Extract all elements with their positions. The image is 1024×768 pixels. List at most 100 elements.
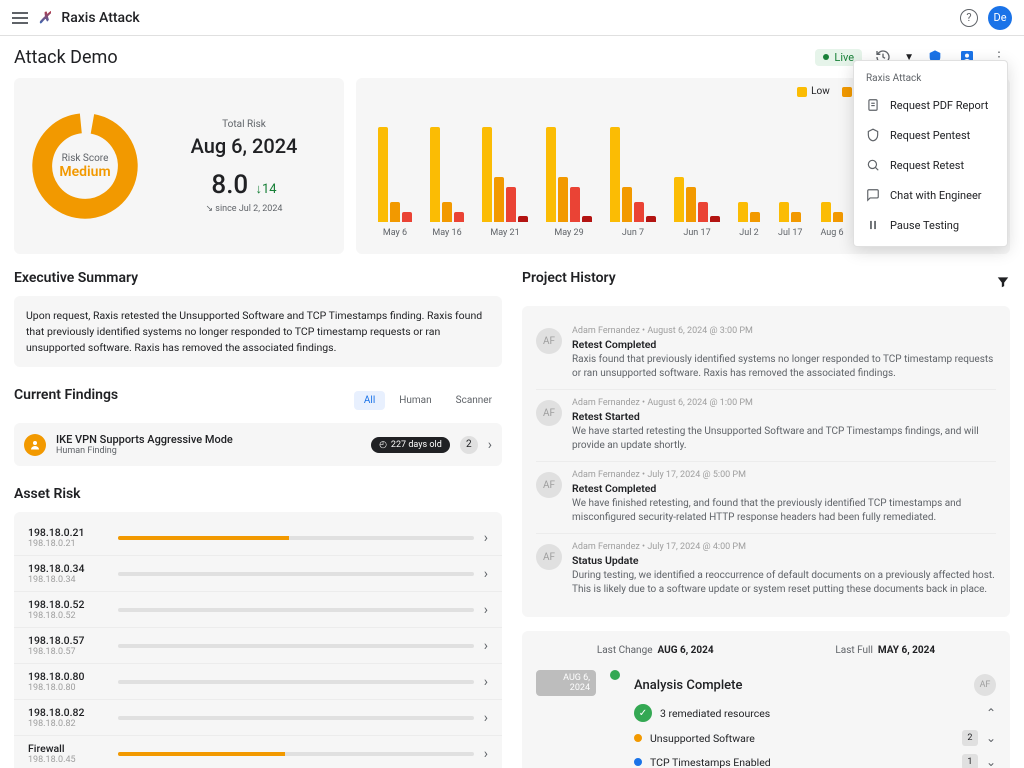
asset-ip: 198.18.0.21 (28, 539, 108, 549)
action-menu-item[interactable]: Request Pentest (854, 120, 1007, 150)
chart-bar (791, 212, 801, 222)
chart-bar (454, 212, 464, 222)
chart-bar (390, 202, 400, 222)
action-menu-item[interactable]: Request PDF Report (854, 90, 1007, 120)
x-axis-label: Jun 7 (622, 228, 644, 238)
chart-bar (779, 202, 789, 222)
exec-summary-card: Upon request, Raxis retested the Unsuppo… (14, 296, 502, 367)
risk-level: Medium (59, 164, 110, 180)
asset-row[interactable]: Firewall 198.18.0.45 › (14, 735, 502, 768)
chevron-icon: ⌃ (986, 706, 996, 720)
chart-bar (558, 177, 568, 222)
chart-bar (430, 127, 440, 222)
asset-name: 198.18.0.57 (28, 634, 108, 647)
timeline-title: Analysis Complete (634, 678, 742, 693)
filter-tab[interactable]: Human (389, 391, 441, 410)
action-menu-title: Raxis Attack (854, 67, 1007, 90)
action-menu-item[interactable]: Pause Testing (854, 210, 1007, 240)
risk-score-card: Risk Score Medium Total Risk Aug 6, 2024… (14, 78, 344, 254)
asset-row[interactable]: 198.18.0.82 198.18.0.82 › (14, 699, 502, 735)
history-meta: Adam Fernandez • August 6, 2024 @ 1:00 P… (572, 398, 996, 408)
chart-bar (750, 212, 760, 222)
chart-bar (738, 202, 748, 222)
bullet-icon (634, 734, 642, 742)
timeline-sub-item[interactable]: Unsupported Software 2 ⌄ (634, 726, 996, 750)
asset-ip: 198.18.0.45 (28, 755, 108, 765)
user-avatar[interactable]: De (988, 6, 1012, 30)
asset-name: 198.18.0.21 (28, 526, 108, 539)
risk-since: ↘ since Jul 2, 2024 (160, 204, 328, 214)
finding-sub: Human Finding (56, 446, 233, 456)
timeline-row: AUG 6, 2024 Analysis Complete AF ✓ 3 rem… (536, 670, 996, 768)
asset-row[interactable]: 198.18.0.52 198.18.0.52 › (14, 591, 502, 627)
history-entry-body: During testing, we identified a reoccurr… (572, 569, 996, 597)
asset-ip: 198.18.0.34 (28, 575, 108, 585)
chart-bar (674, 177, 684, 222)
days-old-pill: ◴ 227 days old (371, 437, 450, 453)
history-entry-title: Status Update (572, 554, 996, 567)
chart-bar (710, 216, 720, 222)
action-menu-item[interactable]: Chat with Engineer (854, 180, 1007, 210)
x-axis-label: Jul 17 (778, 228, 802, 238)
filter-icon[interactable] (996, 274, 1010, 293)
asset-risk-title: Asset Risk (14, 486, 502, 502)
findings-title: Current Findings (14, 387, 118, 403)
chevron-right-icon: › (484, 602, 488, 618)
menu-item-icon (866, 128, 880, 142)
history-item[interactable]: AF Adam Fernandez • July 17, 2024 @ 5:00… (536, 461, 996, 533)
history-item[interactable]: AF Adam Fernandez • August 6, 2024 @ 3:0… (536, 318, 996, 389)
asset-risk-card: 198.18.0.21 198.18.0.21 › 198.18.0.34 19… (14, 512, 502, 768)
finding-title: IKE VPN Supports Aggressive Mode (56, 433, 233, 446)
clock-icon: ◴ (379, 440, 387, 450)
asset-ip: 198.18.0.82 (28, 719, 108, 729)
finding-row[interactable]: IKE VPN Supports Aggressive Mode Human F… (14, 423, 502, 466)
chart-bar (546, 127, 556, 222)
x-axis-label: Jun 17 (683, 228, 710, 238)
exec-summary-title: Executive Summary (14, 270, 502, 286)
menu-item-icon (866, 188, 880, 202)
chevron-right-icon: › (484, 674, 488, 690)
author-avatar: AF (536, 544, 562, 570)
author-avatar: AF (536, 400, 562, 426)
chevron-down-icon: ⌄ (986, 731, 996, 745)
x-axis-label: May 21 (490, 228, 519, 238)
chevron-right-icon: › (484, 638, 488, 654)
filter-tab[interactable]: Scanner (446, 391, 502, 410)
bullet-icon (634, 758, 642, 766)
help-icon[interactable]: ? (960, 9, 978, 27)
filter-tab[interactable]: All (354, 391, 385, 410)
chart-bar (378, 127, 388, 222)
timeline: AUG 6, 2024 Analysis Complete AF ✓ 3 rem… (536, 670, 996, 768)
asset-row[interactable]: 198.18.0.57 198.18.0.57 › (14, 627, 502, 663)
timeline-dot-icon (610, 670, 620, 680)
timeline-date: AUG 6, 2024 (536, 670, 596, 696)
chart-bar (686, 187, 696, 222)
menu-item-icon (866, 218, 880, 232)
page-title: Attack Demo (14, 47, 118, 68)
chart-bar (698, 202, 708, 222)
timeline-sub-item[interactable]: TCP Timestamps Enabled 1 ⌄ (634, 750, 996, 768)
history-item[interactable]: AF Adam Fernandez • July 17, 2024 @ 4:00… (536, 533, 996, 605)
timeline-summary[interactable]: ✓ 3 remediated resources ⌃ (634, 700, 996, 726)
asset-row[interactable]: 198.18.0.80 198.18.0.80 › (14, 663, 502, 699)
history-entry-body: We have started retesting the Unsupporte… (572, 425, 996, 453)
asset-row[interactable]: 198.18.0.34 198.18.0.34 › (14, 555, 502, 591)
menu-icon[interactable] (12, 12, 28, 24)
history-meta: Adam Fernandez • July 17, 2024 @ 5:00 PM (572, 470, 996, 480)
risk-date: Aug 6, 2024 (160, 134, 328, 158)
x-axis-label: May 6 (383, 228, 407, 238)
asset-risk-bar (118, 536, 474, 540)
history-item[interactable]: AF Adam Fernandez • August 6, 2024 @ 1:0… (536, 389, 996, 461)
action-menu-item[interactable]: Request Retest (854, 150, 1007, 180)
asset-risk-bar (118, 644, 474, 648)
chevron-right-icon: › (484, 710, 488, 726)
asset-row[interactable]: 198.18.0.21 198.18.0.21 › (14, 520, 502, 555)
asset-ip: 198.18.0.52 (28, 611, 108, 621)
risk-score-label: Risk Score (62, 153, 109, 164)
legend-item: Low (797, 86, 830, 97)
risk-donut: Risk Score Medium (30, 111, 140, 221)
chart-bar (821, 202, 831, 222)
sub-count: 1 (962, 754, 978, 768)
risk-score: 8.0 (211, 170, 248, 200)
chart-bar (634, 202, 644, 222)
